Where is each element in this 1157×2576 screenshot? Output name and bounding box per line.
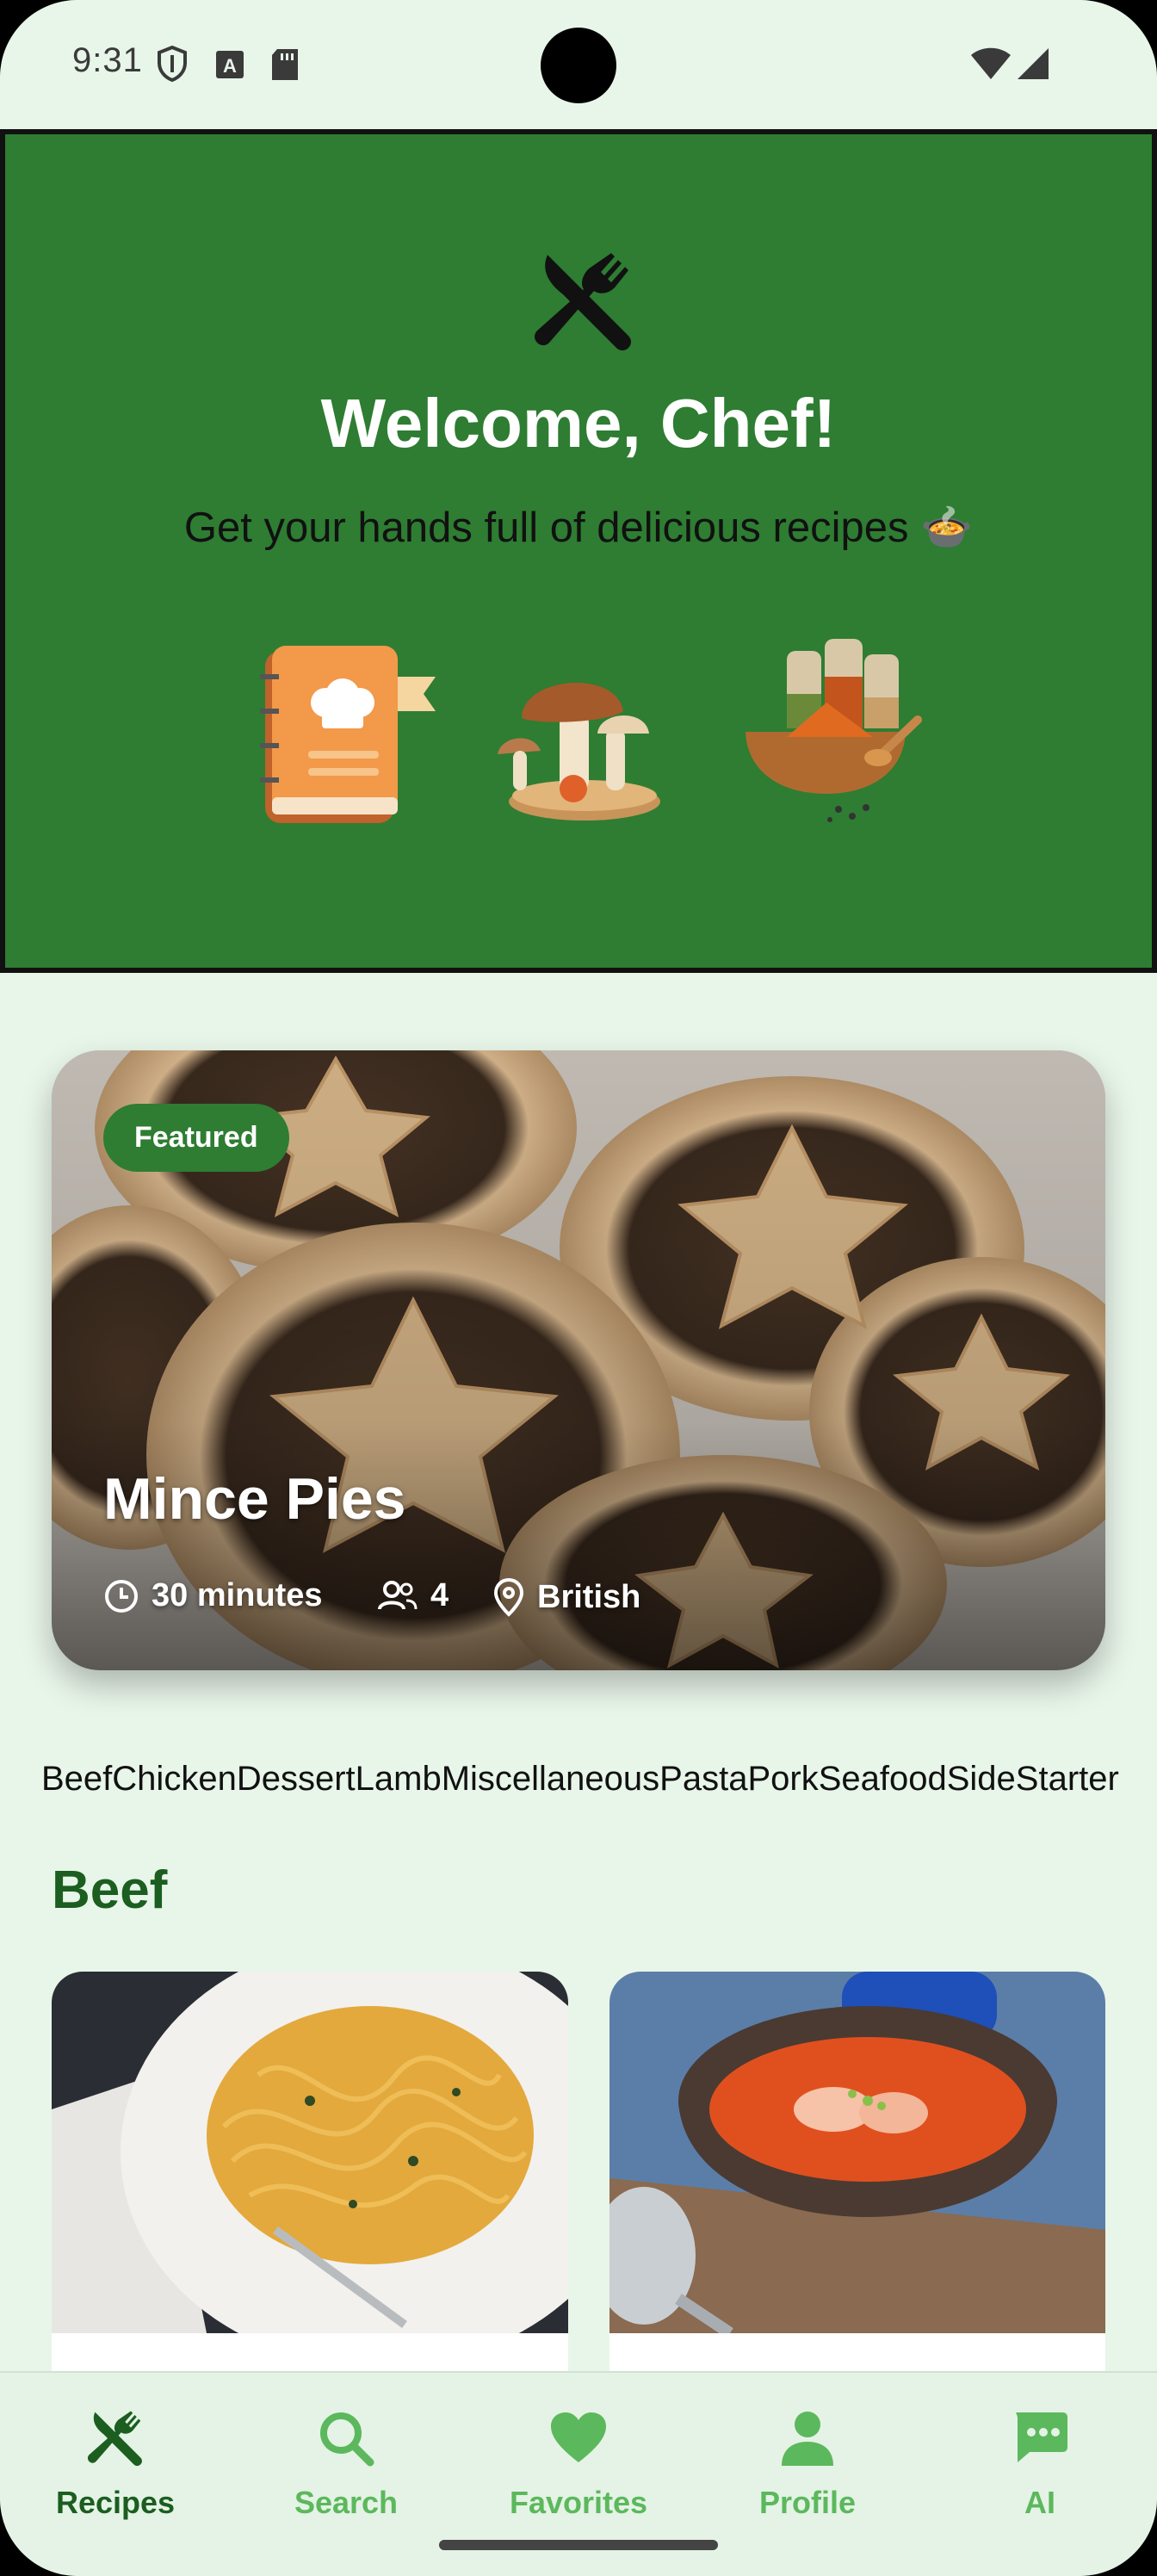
signal-icon [1018, 48, 1049, 79]
home-indicator[interactable] [439, 2540, 718, 2550]
cuisine-value: British [537, 1578, 641, 1615]
category-strip[interactable]: Beef Chicken Dessert Lamb Miscellaneous … [41, 1760, 1157, 1799]
featured-recipe-title: Mince Pies [103, 1466, 406, 1532]
welcome-header: Welcome, Chef! Get your hands full of de… [0, 129, 1157, 973]
nav-search[interactable]: Search [234, 2407, 458, 2521]
nav-recipes-label: Recipes [55, 2485, 176, 2520]
category-side[interactable]: Side [947, 1760, 1016, 1799]
nav-ai-label: AI [1024, 2485, 1055, 2520]
fork-knife-icon [535, 253, 631, 350]
category-seafood[interactable]: Seafood [819, 1760, 947, 1799]
cook-time-value: 30 minutes [152, 1577, 323, 1613]
fork-knife-icon [87, 2411, 142, 2467]
app-screen: 9:31 A Welcome, Chef! Get your hands ful… [0, 0, 1157, 2576]
person-icon [782, 2412, 833, 2466]
heart-icon [551, 2412, 606, 2462]
tomato-soup-photo [609, 1972, 1105, 2338]
category-miscellaneous[interactable]: Miscellaneous [442, 1760, 659, 1799]
welcome-title: Welcome, Chef! [320, 385, 837, 461]
category-pork[interactable]: Pork [747, 1760, 818, 1799]
cookbook-icon [260, 646, 436, 823]
nav-search-label: Search [294, 2485, 399, 2520]
camera-cutout [541, 28, 616, 103]
servings-value: 4 [430, 1577, 449, 1613]
servings: 4 [377, 1577, 449, 1614]
category-dessert[interactable]: Dessert [237, 1760, 356, 1799]
nav-favorites-label: Favorites [509, 2485, 648, 2520]
section-title: Beef [52, 1861, 168, 1920]
svg-text:A: A [223, 55, 237, 77]
welcome-subtitle: Get your hands full of delicious recipes… [183, 505, 974, 551]
shield-icon [158, 45, 187, 83]
category-starter[interactable]: Starter [1016, 1760, 1119, 1799]
nav-profile-label: Profile [758, 2485, 857, 2520]
people-icon [378, 1580, 418, 1610]
nav-recipes[interactable]: Recipes [3, 2407, 227, 2521]
category-pasta[interactable]: Pasta [659, 1760, 747, 1799]
chat-icon [1016, 2412, 1067, 2462]
a-icon: A [216, 51, 244, 78]
location-pin-icon [493, 1577, 524, 1617]
nav-favorites[interactable]: Favorites [467, 2407, 690, 2521]
sd-card-icon [272, 49, 298, 80]
mushrooms-icon [498, 682, 660, 820]
pasta-dish-photo [52, 1972, 568, 2368]
clock-icon [105, 1579, 138, 1613]
wifi-icon [971, 47, 1011, 79]
nav-ai[interactable]: AI [928, 2407, 1152, 2521]
category-lamb[interactable]: Lamb [356, 1760, 442, 1799]
cuisine: British [492, 1577, 640, 1617]
cook-time: 30 minutes [103, 1577, 323, 1614]
category-chicken[interactable]: Chicken [112, 1760, 237, 1799]
featured-recipe-card[interactable]: Featured Mince Pies 30 minutes 4 British [52, 1050, 1105, 1670]
category-beef[interactable]: Beef [41, 1760, 112, 1799]
status-bar: 9:31 A [0, 0, 1157, 129]
search-icon [320, 2412, 374, 2467]
featured-badge: Featured [103, 1104, 289, 1172]
spices-icon [746, 639, 922, 822]
nav-profile[interactable]: Profile [696, 2407, 919, 2521]
status-time: 9:31 [72, 41, 143, 79]
